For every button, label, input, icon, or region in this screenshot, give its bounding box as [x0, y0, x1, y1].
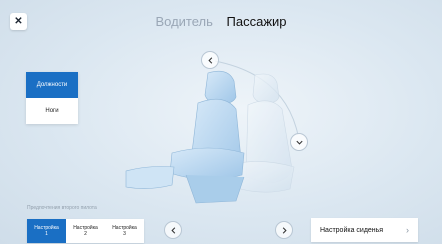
seat-tabs: Водитель Пассажир: [0, 14, 442, 29]
seat-main: [125, 70, 245, 204]
preset-2-button[interactable]: Настройка 2: [66, 219, 105, 243]
preset-1-button[interactable]: Настройка 1: [27, 219, 66, 243]
seat-illustration: [125, 60, 299, 204]
chevron-left-icon: [207, 56, 212, 64]
tab-passenger[interactable]: Пассажир: [227, 14, 287, 29]
side-item-positions[interactable]: Должности: [26, 72, 78, 98]
chevron-down-icon: [295, 140, 303, 145]
side-menu: Должности Ноги: [26, 72, 78, 124]
preset-3-label: Настройка 3: [112, 225, 137, 237]
seat-back-tilt-button[interactable]: [201, 51, 219, 69]
tab-driver[interactable]: Водитель: [155, 14, 212, 29]
seat-move-back-button[interactable]: [275, 221, 293, 239]
preferences-caption: Предпочтения второго пилота: [27, 205, 97, 211]
preset-group: Настройка 1 Настройка 2 Настройка 3: [27, 219, 144, 243]
seat-settings-screen: ✕ Водитель Пассажир Должности Ноги Предп…: [0, 0, 442, 244]
preset-1-label: Настройка 1: [34, 225, 59, 237]
chevron-right-icon: ›: [406, 225, 409, 235]
preset-3-button[interactable]: Настройка 3: [105, 219, 144, 243]
side-item-legs[interactable]: Ноги: [26, 98, 78, 124]
chevron-right-icon: [282, 226, 287, 234]
chevron-left-icon: [170, 226, 175, 234]
preset-2-label: Настройка 2: [73, 225, 98, 237]
seat-height-button[interactable]: [290, 133, 308, 151]
seat-settings-label: Настройка сиденья: [320, 226, 384, 234]
seat-move-forward-button[interactable]: [164, 221, 182, 239]
seat-settings-button[interactable]: Настройка сиденья ›: [311, 218, 418, 242]
